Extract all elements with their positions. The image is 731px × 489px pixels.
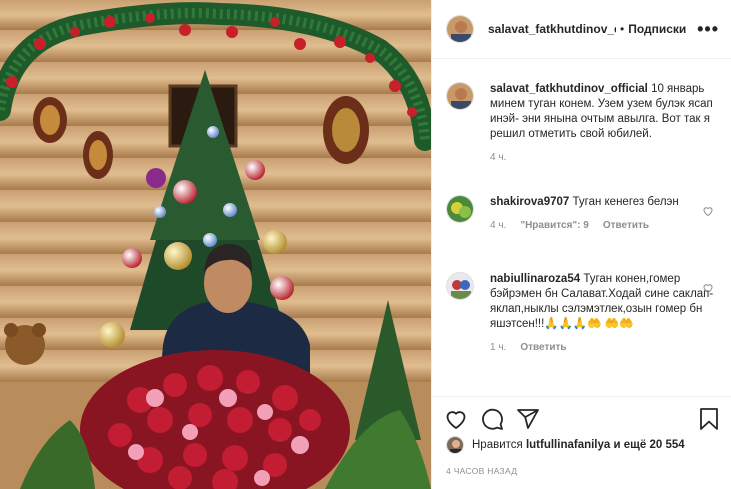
comment-username[interactable]: salavat_fatkhutdinov_official [490,83,648,95]
post-timestamp[interactable]: 4 ЧАСОВ НАЗАД [446,466,517,476]
likes-count[interactable]: и ещё 20 554 [614,439,685,451]
avatar[interactable] [446,195,474,223]
comment-time[interactable]: 1 ч. [490,342,506,353]
post-photo[interactable] [0,0,431,489]
like-comment-icon[interactable] [702,205,714,217]
comment-time[interactable]: 4 ч. [490,152,506,163]
likes-prefix: Нравится [472,439,523,451]
likes-summary: Нравится lutfullinafanilya и ещё 20 554 [446,436,685,454]
avatar[interactable] [446,436,464,454]
comment-body: salavat_fatkhutdinov_official 10 январь … [490,82,718,142]
following-button[interactable]: Подписки [628,22,686,36]
comment-meta: 1 ч. Ответить [490,342,718,353]
avatar[interactable] [446,272,474,300]
post-header: salavat_fatkhutdinov_c • Подписки ••• [432,0,731,59]
comment-item: shakirova9707 Туган кенегез белэн 4 ч. "… [446,195,718,231]
post-sidebar: salavat_fatkhutdinov_c • Подписки ••• sa… [431,0,731,489]
comment-time[interactable]: 4 ч. [490,220,506,231]
more-icon[interactable]: ••• [697,20,719,38]
post-image [0,0,431,489]
comment-item: salavat_fatkhutdinov_official 10 январь … [446,82,718,163]
post-username[interactable]: salavat_fatkhutdinov_c [488,22,616,36]
reply-button[interactable]: Ответить [603,220,649,231]
share-icon[interactable] [516,407,540,431]
comment-username[interactable]: shakirova9707 [490,196,569,208]
comment-username[interactable]: nabiullinaroza54 [490,273,580,285]
bookmark-icon[interactable] [697,407,721,431]
like-comment-icon[interactable] [702,282,714,294]
comment-icon[interactable] [480,407,504,431]
heart-icon[interactable] [444,407,468,431]
separator-dot: • [620,22,625,36]
comment-meta: 4 ч. [490,152,718,163]
comment-item: nabiullinaroza54 Туган конен,гомер бэйрэ… [446,272,718,353]
comment-likes[interactable]: "Нравится": 9 [520,220,589,231]
avatar[interactable] [446,15,474,43]
comment-text: Туган кенегез белэн [572,196,679,208]
reply-button[interactable]: Ответить [520,342,566,353]
comment-meta: 4 ч. "Нравится": 9 Ответить [490,220,718,231]
likes-user[interactable]: lutfullinafanilya [526,439,610,451]
comment-body: shakirova9707 Туган кенегез белэн [490,195,718,210]
avatar[interactable] [446,82,474,110]
comment-body: nabiullinaroza54 Туган конен,гомер бэйрэ… [490,272,718,332]
comments-list[interactable]: salavat_fatkhutdinov_official 10 январь … [432,60,731,396]
